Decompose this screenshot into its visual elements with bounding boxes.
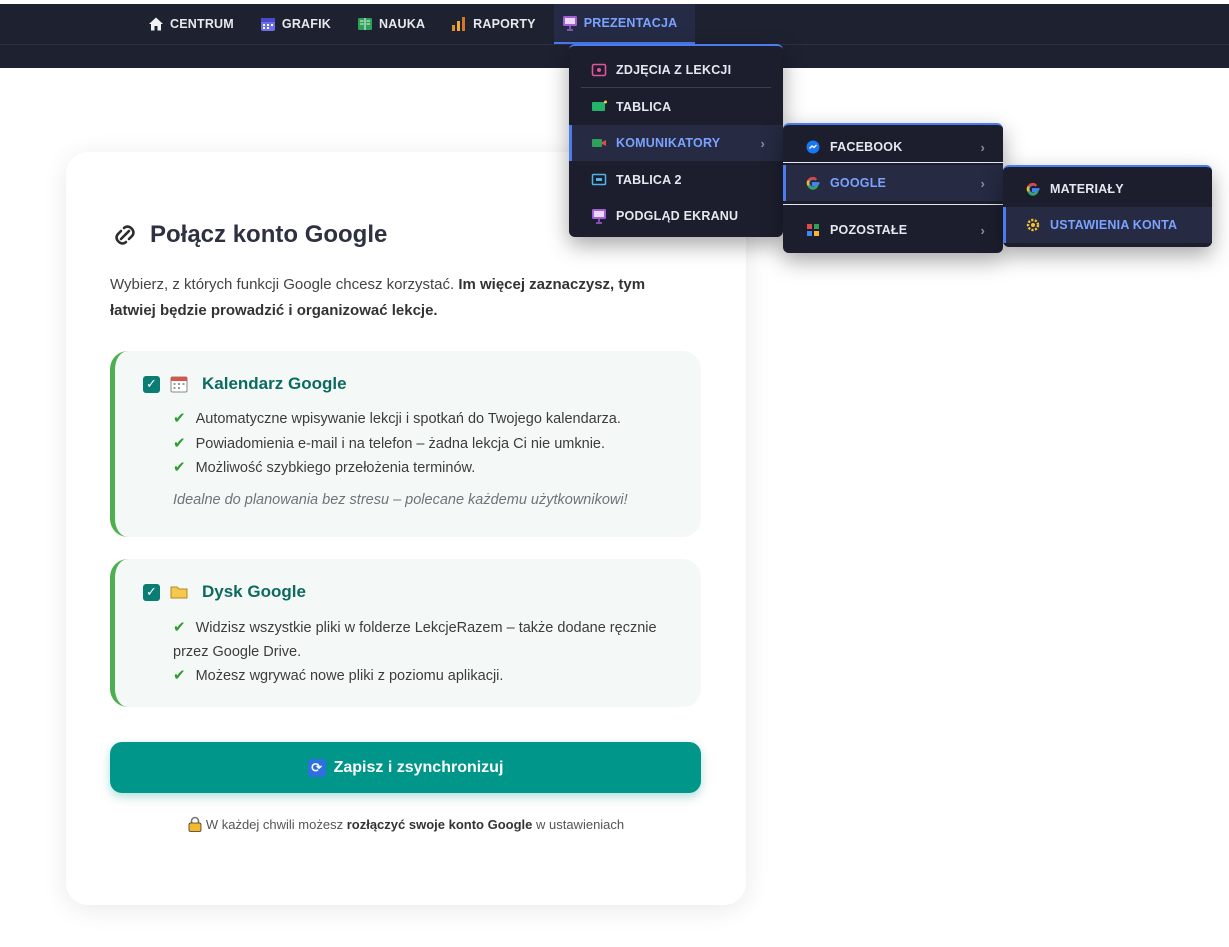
tablet-icon [591, 172, 607, 188]
grid-icon [805, 222, 821, 238]
nav-label: CENTRUM [170, 17, 234, 31]
menu-divider [783, 204, 1003, 205]
list-item: ✔ Możesz wgrywać nowe pliki z poziomu apl… [173, 667, 504, 684]
google-icon [1025, 181, 1041, 197]
book-icon [357, 16, 373, 32]
check-icon: ✔ [173, 619, 186, 636]
menu-item-komunikatory[interactable]: KOMUNIKATORY › [569, 125, 783, 161]
page-title-text: Połącz konto Google [150, 221, 388, 248]
presentation-icon [562, 15, 578, 31]
calendar-checkbox[interactable]: ✓ [143, 375, 160, 393]
list-item: ✔ Widzisz wszystkie pliki w folderze Lekc… [173, 619, 657, 660]
list-item: ✔ Możliwość szybkiego przełożenia terminó… [173, 459, 476, 476]
nav-item-nauka[interactable]: NAUKA [349, 4, 443, 44]
feature-title: Dysk Google [202, 582, 306, 601]
video-call-icon [591, 135, 607, 151]
check-icon: ✔ [173, 459, 186, 476]
sync-icon: ⟳ [307, 758, 326, 777]
messenger-icon [805, 139, 821, 155]
feature-header: ✓ Kalendarz Google [143, 374, 347, 394]
nav-label: NAUKA [379, 17, 426, 31]
feature-points: ✔ Widzisz wszystkie pliki w folderze Lekc… [173, 616, 683, 689]
google-connect-card: Połącz konto Google Wybierz, z których f… [66, 152, 746, 905]
chevron-right-icon: › [980, 175, 985, 191]
lock-icon [188, 816, 202, 832]
check-icon: ✔ [173, 434, 186, 452]
menu-item-tablica-2[interactable]: TABLICA 2 [569, 162, 783, 198]
nav-item-prezentacja[interactable]: PREZENTACJA [553, 4, 696, 44]
menu-item-ustawienia-konta[interactable]: USTAWIENIA KONTA [1003, 207, 1212, 243]
page-title: Połącz konto Google [110, 220, 387, 250]
google-dropdown: MATERIAŁY USTAWIENIA KONTA [1003, 165, 1212, 247]
folder-icon [170, 583, 188, 601]
menu-divider [783, 162, 1003, 163]
menu-item-zdjecia[interactable]: ZDJĘCIA Z LEKCJI [569, 52, 783, 88]
save-sync-label: Zapisz i zsynchronizuj [333, 758, 504, 776]
gear-icon [1025, 217, 1041, 233]
feature-header: ✓ Dysk Google [143, 582, 306, 602]
save-sync-button[interactable]: ⟳ Zapisz i zsynchronizuj [110, 742, 701, 793]
nav-label: PREZENTACJA [583, 16, 678, 30]
menu-item-materialy[interactable]: MATERIAŁY [1003, 171, 1212, 207]
check-icon: ✔ [173, 410, 186, 427]
calendar-icon [260, 16, 276, 32]
nav-item-centrum[interactable]: CENTRUM [140, 4, 252, 44]
bar-chart-icon [451, 16, 467, 32]
menu-item-google[interactable]: GOOGLE › [783, 165, 1003, 201]
chevron-right-icon: › [980, 222, 985, 238]
feature-note: Idealne do planowania bez stresu – polec… [173, 492, 628, 508]
home-icon [148, 16, 164, 32]
prezentacja-dropdown: ZDJĘCIA Z LEKCJI TABLICA KOMUNIKATORY › … [569, 44, 783, 237]
feature-points: ✔ Automatyczne wpisywanie lekcji i spotka… [173, 407, 683, 481]
google-icon [805, 175, 821, 191]
menu-item-facebook[interactable]: FACEBOOK › [783, 129, 1003, 165]
menu-divider [581, 87, 771, 88]
nav-label: GRAFIK [281, 17, 332, 31]
menu-item-tablica[interactable]: TABLICA [569, 89, 783, 125]
intro-text: Wybierz, z których funkcji Google chcesz… [110, 276, 646, 319]
list-item: ✔ Automatyczne wpisywanie lekcji i spotka… [173, 410, 621, 427]
chevron-right-icon: › [980, 139, 985, 155]
nav-item-raporty[interactable]: RAPORTY [443, 4, 554, 44]
drive-checkbox[interactable]: ✓ [143, 583, 160, 601]
check-icon: ✔ [173, 667, 186, 684]
list-item: ✔ Powiadomienia e-mail i na telefon – żad… [173, 434, 606, 452]
feature-drive: ✓ Dysk Google ✔ Widzisz wszystkie pliki w… [110, 559, 701, 707]
menu-item-pozostale[interactable]: POZOSTAŁE › [783, 212, 1003, 248]
nav-item-grafik[interactable]: GRAFIK [252, 4, 349, 44]
feature-calendar: ✓ Kalendarz Google ✔ Automatyczne wpisywa… [110, 351, 701, 537]
disconnect-note: W każdej chwili możesz rozłączyć swoje k… [66, 816, 746, 832]
whiteboard-icon [591, 99, 607, 115]
nav-label: RAPORTY [473, 17, 536, 31]
komunikatory-dropdown: FACEBOOK › GOOGLE › POZOSTAŁE › [783, 123, 1003, 253]
menu-item-podglad-ekranu[interactable]: PODGLĄD EKRANU [569, 198, 783, 234]
paperclip-icon [110, 220, 140, 250]
chevron-right-icon: › [760, 135, 765, 151]
calendar-icon [170, 375, 188, 393]
main-nav: CENTRUM GRAFIK NAUKA RAPORTY PREZENTACJA [140, 4, 696, 44]
feature-title: Kalendarz Google [202, 374, 347, 393]
screen-icon [591, 208, 607, 224]
camera-icon [591, 62, 607, 78]
